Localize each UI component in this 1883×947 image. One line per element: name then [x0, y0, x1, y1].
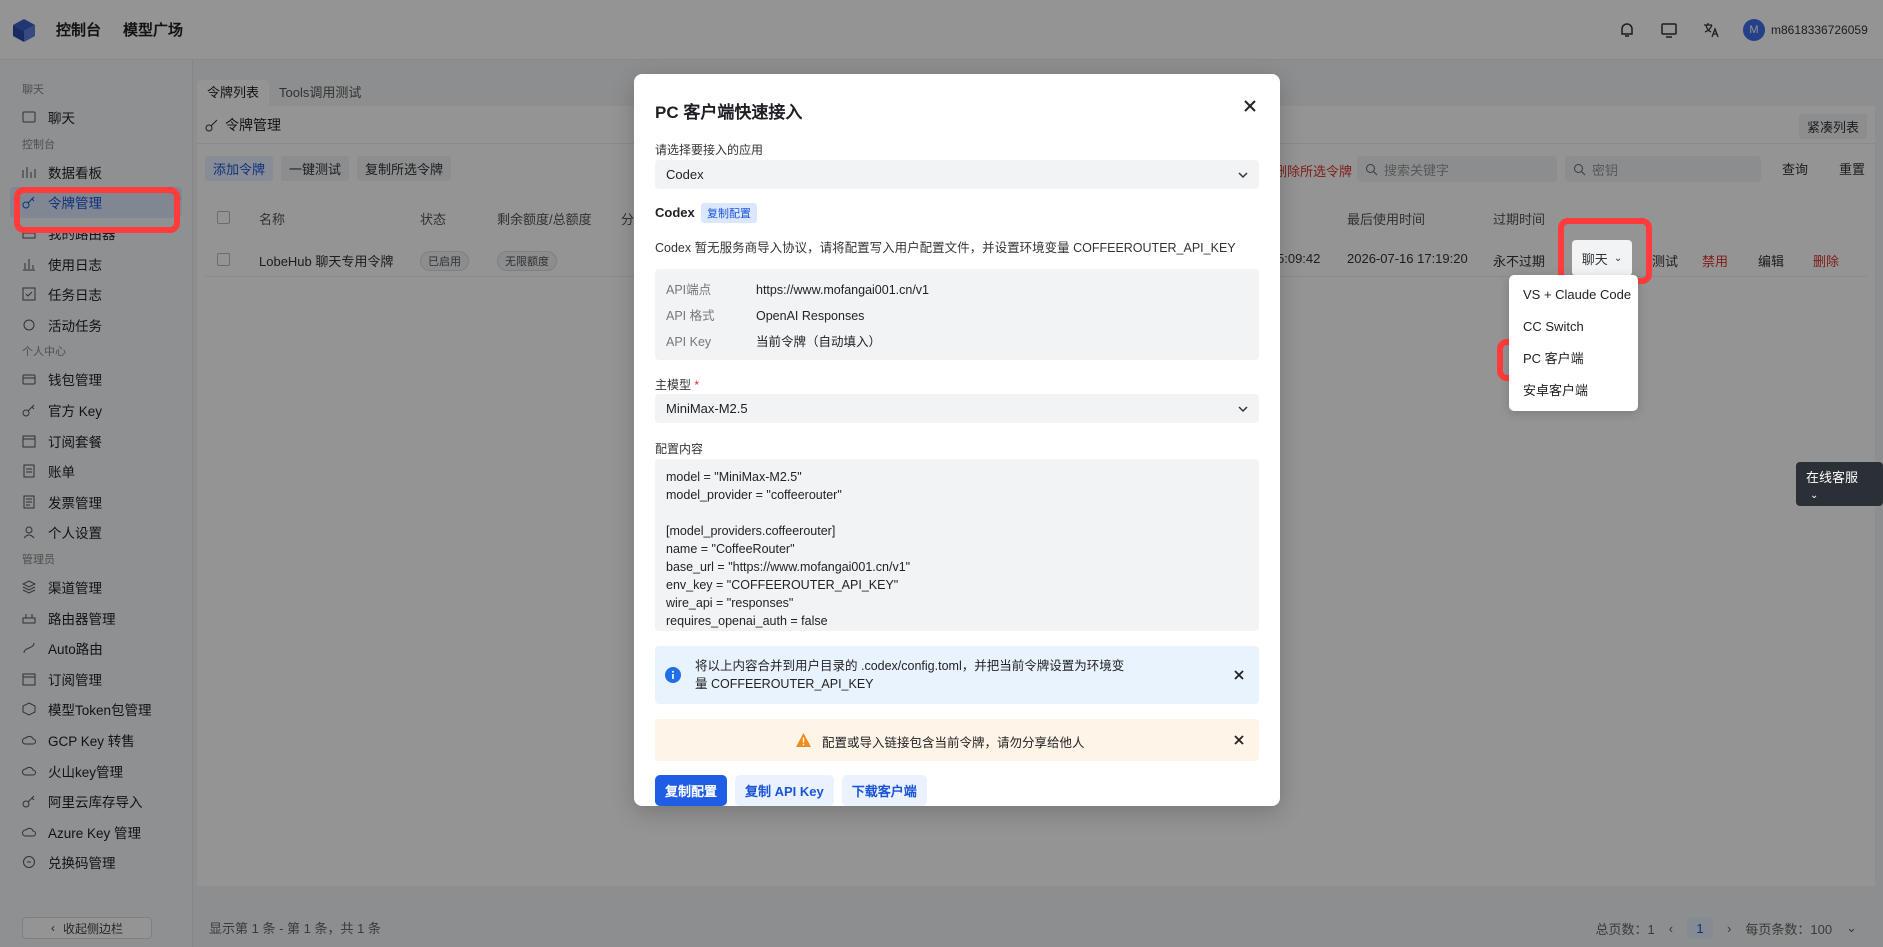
menu-item-android-client[interactable]: 安卓客户端 — [1509, 375, 1638, 407]
info-key: API Key — [666, 335, 712, 349]
info-alert-text: 将以上内容合并到用户目录的 .codex/config.toml，并把当前令牌设… — [695, 659, 1125, 691]
menu-item-pc-client[interactable]: PC 客户端 — [1509, 343, 1638, 375]
menu-item-vs-claude-code[interactable]: VS + Claude Code — [1509, 279, 1638, 311]
online-service-button[interactable]: 在线客服 ⌄ — [1796, 462, 1883, 506]
copy-config-tag[interactable]: 复制配置 — [701, 203, 757, 223]
info-icon — [665, 667, 681, 683]
app-select-label: 请选择要接入的应用 — [655, 143, 764, 157]
info-row-format: API 格式 OpenAI Responses — [666, 305, 864, 324]
warning-icon — [796, 733, 811, 747]
info-row-endpoint: API端点 https://www.mofangai001.cn/v1 — [666, 279, 929, 298]
api-info-box: API端点 https://www.mofangai001.cn/v1 API 格… — [655, 269, 1259, 360]
info-row-api-key: API Key 当前令牌（自动填入） — [666, 331, 881, 350]
pc-client-modal: PC 客户端快速接入 请选择要接入的应用 Codex Codex 复制配置 Co… — [634, 74, 1280, 806]
chat-button-label: 聊天 — [1581, 251, 1608, 267]
chevron-down-icon: ⌄ — [1613, 252, 1623, 264]
app-root: 控制台 模型广场 M m8618336726059 聊天 聊天 控制台 数据看板… — [0, 0, 1883, 947]
modal-title: PC 客户端快速接入 — [655, 103, 803, 122]
main-model-select[interactable]: MiniMax-M2.5 — [655, 394, 1259, 423]
info-alert: 将以上内容合并到用户目录的 .codex/config.toml，并把当前令牌设… — [655, 646, 1259, 704]
info-key: API 格式 — [666, 309, 715, 323]
main-model-label-text: 主模型 — [655, 378, 692, 392]
required-mark: * — [694, 378, 700, 392]
online-service-label: 在线客服 — [1806, 470, 1859, 485]
close-icon[interactable] — [1233, 669, 1245, 681]
copy-config-button[interactable]: 复制配置 — [655, 775, 728, 806]
chat-dropdown-button[interactable]: 聊天 ⌄ — [1572, 240, 1632, 276]
app-select[interactable]: Codex — [655, 160, 1259, 189]
chevron-down-icon — [1238, 172, 1248, 179]
config-content[interactable]: model = "MiniMax-M2.5" model_provider = … — [655, 459, 1259, 631]
chat-dropdown-menu: VS + Claude Code CC Switch PC 客户端 安卓客户端 — [1509, 275, 1638, 411]
chevron-down-icon — [1238, 406, 1248, 413]
chevron-down-icon: ⌄ — [1810, 490, 1819, 501]
copy-api-key-button[interactable]: 复制 API Key — [735, 775, 834, 806]
menu-item-cc-switch[interactable]: CC Switch — [1509, 311, 1638, 343]
info-value: https://www.mofangai001.cn/v1 — [756, 283, 930, 297]
modal-description: Codex 暂无服务商导入协议，请将配置写入用户配置文件，并设置环境变量 COF… — [655, 241, 1236, 255]
app-select-value: Codex — [666, 167, 704, 182]
main-model-value: MiniMax-M2.5 — [666, 401, 748, 416]
modal-buttons: 复制配置 复制 API Key 下载客户端 — [655, 775, 927, 806]
info-key: API端点 — [666, 283, 712, 297]
warning-alert: 配置或导入链接包含当前令牌，请勿分享给他人 — [655, 719, 1259, 761]
highlight-sidebar-tokens — [14, 187, 180, 233]
download-client-button[interactable]: 下载客户端 — [841, 775, 927, 806]
info-value: OpenAI Responses — [756, 309, 865, 323]
warning-alert-text: 配置或导入链接包含当前令牌，请勿分享给他人 — [822, 736, 1085, 750]
section-name: Codex — [655, 205, 695, 220]
config-label: 配置内容 — [655, 442, 704, 456]
main-model-label: 主模型 * — [655, 376, 699, 393]
close-icon[interactable] — [1242, 98, 1258, 114]
info-value: 当前令牌（自动填入） — [756, 335, 882, 349]
close-icon[interactable] — [1233, 734, 1245, 746]
